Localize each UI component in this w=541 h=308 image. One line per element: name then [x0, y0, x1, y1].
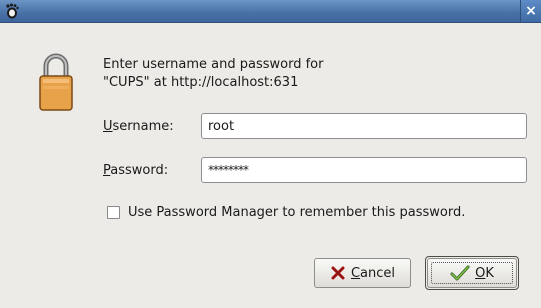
password-field[interactable]: ******** — [201, 157, 527, 183]
ok-label: OK — [475, 265, 494, 281]
remember-password-checkbox[interactable] — [107, 206, 120, 219]
close-button[interactable]: × — [520, 0, 541, 22]
ok-button[interactable]: OK — [427, 258, 517, 288]
title-bar[interactable]: × — [0, 0, 541, 23]
username-label: Username: — [103, 119, 174, 134]
auth-message: Enter username and password for "CUPS" a… — [103, 57, 324, 90]
remember-password-label[interactable]: Use Password Manager to remember this pa… — [128, 205, 465, 220]
close-icon[interactable]: × — [525, 4, 537, 18]
password-label: Password: — [103, 163, 169, 178]
cancel-label: Cancel — [350, 265, 396, 281]
ok-check-icon — [450, 265, 470, 281]
padlock-icon — [38, 50, 74, 112]
username-field[interactable]: root — [201, 113, 527, 139]
gnome-foot-icon[interactable] — [3, 2, 21, 20]
remember-password-option[interactable]: Use Password Manager to remember this pa… — [107, 205, 465, 220]
cancel-button[interactable]: Cancel — [314, 258, 411, 288]
cancel-x-icon — [330, 265, 346, 281]
